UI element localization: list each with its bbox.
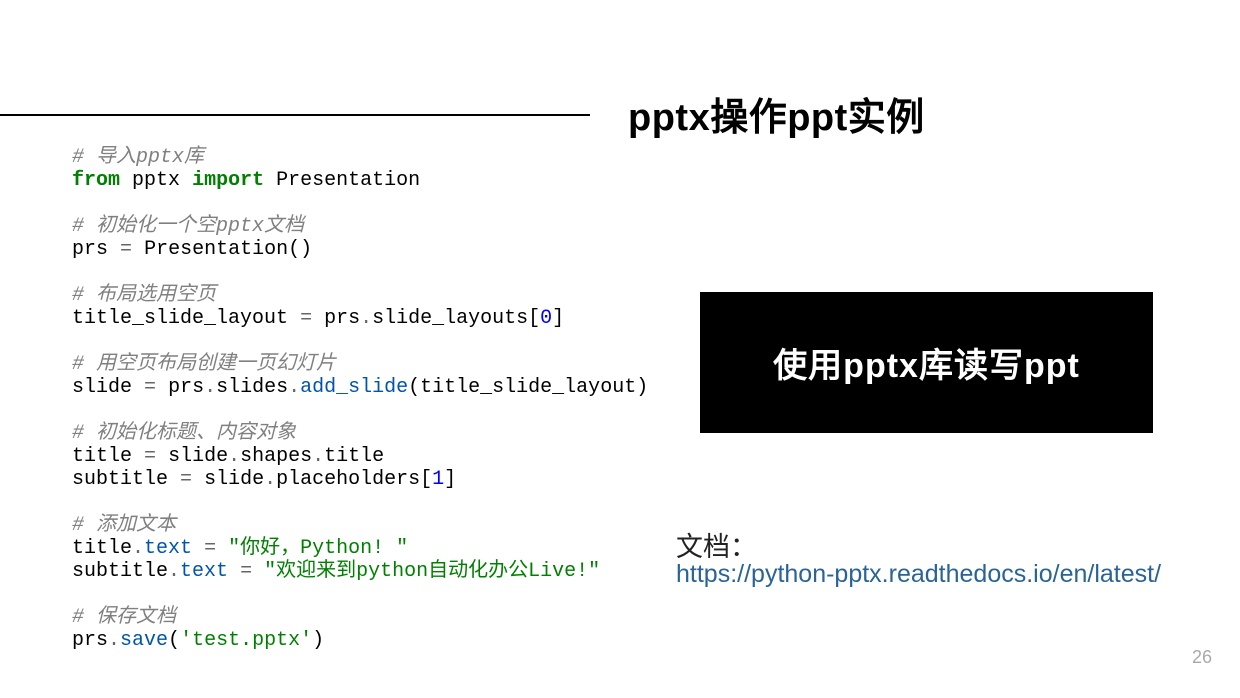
code-text: Presentation [276,169,420,192]
code-comment: # 导入pptx库 [72,146,204,169]
code-text: (title_slide_layout) [408,376,648,399]
code-op: . [204,376,216,399]
code-comment: # 初始化标题、内容对象 [72,422,296,445]
code-text: Presentation() [144,238,312,261]
code-func: save [120,629,168,652]
code-op: = [300,307,312,330]
code-op: = [180,468,192,491]
code-comment: # 布局选用空页 [72,284,216,307]
code-text: slide_layouts[ [372,307,540,330]
code-text: slide [204,468,264,491]
highlight-box: 使用pptx库读写ppt [700,292,1153,433]
slide-container: pptx操作ppt实例 # 导入pptx库 from pptx import P… [0,0,1240,698]
page-number: 26 [1192,647,1212,668]
code-text: title [324,445,384,468]
code-text: slides [216,376,288,399]
code-text: prs [324,307,360,330]
code-text: ] [444,468,456,491]
code-text: prs [72,238,108,261]
code-text: pptx [132,169,180,192]
doc-label: 文档： [676,525,757,564]
code-text: ( [168,629,180,652]
code-func: add_slide [300,376,408,399]
code-op: = [120,238,132,261]
code-attr: text [144,537,192,560]
code-text: ] [552,307,564,330]
code-keyword: import [192,169,264,192]
code-comment: # 保存文档 [72,606,176,629]
code-op: = [240,560,252,583]
code-op: . [228,445,240,468]
code-op: . [288,376,300,399]
divider-line [0,114,590,116]
code-attr: text [180,560,228,583]
code-op: . [312,445,324,468]
code-text: title [72,537,132,560]
code-text: ) [312,629,324,652]
code-keyword: from [72,169,120,192]
code-comment: # 初始化一个空pptx文档 [72,215,304,238]
code-text: shapes [240,445,312,468]
highlight-box-text: 使用pptx库读写ppt [773,338,1080,387]
code-op: . [108,629,120,652]
code-text: slide [168,445,228,468]
code-text: prs [168,376,204,399]
code-text: title [72,445,132,468]
code-op: . [168,560,180,583]
code-text: placeholders[ [276,468,432,491]
code-string: "欢迎来到python自动化办公Live!" [264,560,600,583]
code-op: = [144,445,156,468]
slide-title: pptx操作ppt实例 [628,86,925,141]
code-text: title_slide_layout [72,307,288,330]
code-block: # 导入pptx库 from pptx import Presentation … [72,146,648,652]
code-text: slide [72,376,132,399]
code-op: . [360,307,372,330]
code-text: subtitle [72,468,168,491]
code-string: "你好，Python! " [228,537,408,560]
code-text: subtitle [72,560,168,583]
code-op: = [204,537,216,560]
code-op: = [144,376,156,399]
code-string: 'test.pptx' [180,629,312,652]
code-num: 0 [540,307,552,330]
code-comment: # 用空页布局创建一页幻灯片 [72,353,336,376]
doc-link[interactable]: https://python-pptx.readthedocs.io/en/la… [676,560,1161,589]
code-num: 1 [432,468,444,491]
code-comment: # 添加文本 [72,514,176,537]
code-op: . [264,468,276,491]
code-text: prs [72,629,108,652]
code-op: . [132,537,144,560]
